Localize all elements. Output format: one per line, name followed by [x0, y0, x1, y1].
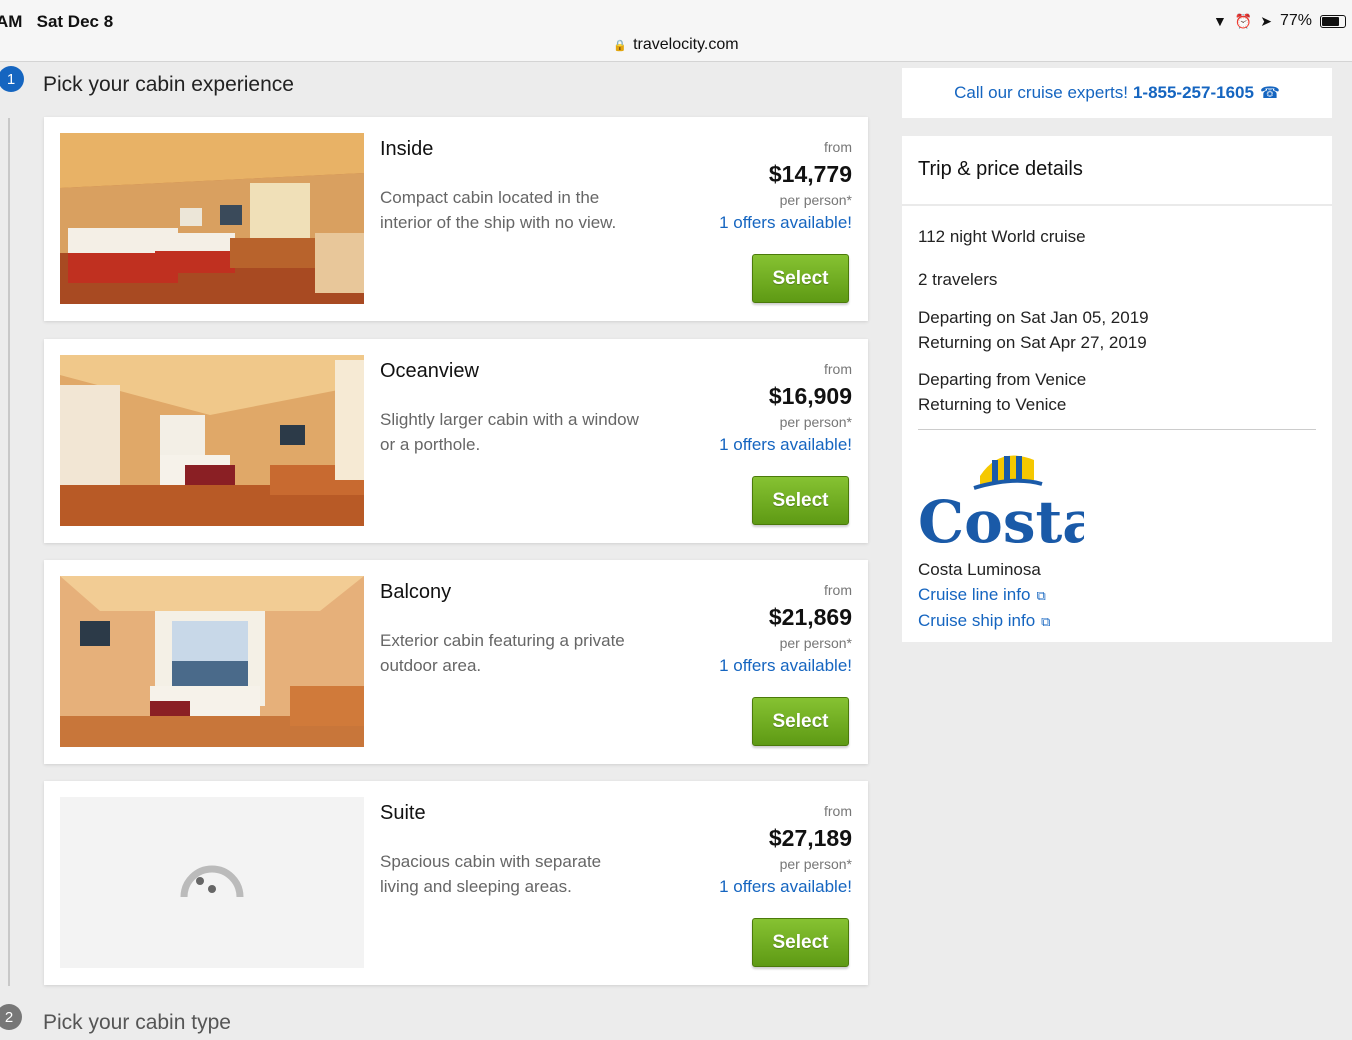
cabin-description: Compact cabin located in the interior of… [380, 188, 617, 232]
price-from-label: from [824, 803, 852, 819]
departing-date: Departing on Sat Jan 05, 2019 [918, 308, 1149, 327]
step-2-title[interactable]: Pick your cabin type [43, 1011, 231, 1035]
price-from-label: from [824, 139, 852, 155]
lock-icon: 🔒 [613, 40, 628, 52]
location-icon: ➤ [1260, 13, 1272, 29]
costa-logo: Costa [918, 455, 1100, 556]
url-bar[interactable]: 🔒 travelocity.com [0, 36, 1352, 54]
cruise-ship-info-link[interactable]: Cruise ship info ⧉ [918, 608, 1316, 634]
returning-date: Returning on Sat Apr 27, 2019 [918, 333, 1147, 352]
select-button-suite[interactable]: Select [752, 918, 849, 967]
cabin-name: Oceanview [380, 360, 479, 382]
call-experts-text: Call our cruise experts! [954, 83, 1128, 102]
svg-text:Costa: Costa [918, 488, 1084, 546]
external-link-icon: ⧉ [1036, 588, 1046, 603]
external-link-icon: ⧉ [1041, 614, 1051, 629]
price-per-person: per person* [779, 192, 852, 208]
price-amount: $21,869 [768, 604, 852, 630]
price-block: from $27,189 per person* 1 offers availa… [652, 803, 852, 897]
call-experts-banner[interactable]: Call our cruise experts! 1-855-257-1605 … [902, 68, 1332, 118]
status-time: AM Sat Dec 8 [0, 12, 114, 31]
step-1-title: Pick your cabin experience [43, 73, 294, 96]
offers-link[interactable]: 1 offers available! [652, 877, 852, 897]
cabin-card-suite: Suite Spacious cabin with separate livin… [44, 781, 868, 985]
cabin-description: Exterior cabin featuring a private outdo… [380, 631, 625, 675]
cabin-name: Balcony [380, 581, 452, 603]
select-button-balcony[interactable]: Select [752, 697, 849, 746]
price-per-person: per person* [779, 856, 852, 872]
battery-icon [1320, 14, 1346, 28]
cabin-description: Slightly larger cabin with a window or a… [380, 410, 639, 454]
departure-port: Departing from Venice [918, 370, 1087, 389]
price-per-person: per person* [779, 414, 852, 430]
image-placeholder-icon [180, 865, 244, 897]
step-connector [8, 118, 10, 986]
phone-number[interactable]: 1-855-257-1605 [1133, 83, 1254, 103]
phone-icon: ☎ [1259, 85, 1280, 102]
price-block: from $21,869 per person* 1 offers availa… [652, 582, 852, 676]
price-amount: $14,779 [768, 161, 852, 187]
return-port: Returning to Venice [918, 395, 1067, 414]
ship-name: Costa Luminosa [918, 560, 1041, 579]
travelers-count: 2 travelers [918, 270, 998, 289]
cabin-name: Inside [380, 138, 434, 160]
cabin-card-inside: Inside Compact cabin located in the inte… [44, 117, 868, 321]
price-from-label: from [824, 361, 852, 377]
cruise-line-info-link[interactable]: Cruise line info ⧉ [918, 582, 1316, 608]
price-amount: $16,909 [768, 383, 852, 409]
offers-link[interactable]: 1 offers available! [652, 435, 852, 455]
cabin-image-placeholder [60, 797, 364, 968]
wifi-icon: ▼ [1212, 13, 1227, 29]
price-per-person: per person* [779, 635, 852, 651]
select-button-inside[interactable]: Select [752, 254, 849, 303]
status-icons: ▼ ⏰ ➤ 77% [1213, 12, 1346, 30]
battery-percent: 77% [1279, 12, 1312, 29]
price-from-label: from [824, 582, 852, 598]
status-bar: AM Sat Dec 8 ▼ ⏰ ➤ 77% 🔒 travelocity.com [0, 0, 1352, 62]
cabin-description: Spacious cabin with separate living and … [380, 852, 602, 896]
cabin-image-balcony [60, 576, 364, 747]
alarm-icon: ⏰ [1234, 13, 1253, 29]
trip-details-title: Trip & price details [902, 136, 1332, 206]
cabin-image-oceanview [60, 355, 364, 526]
price-block: from $14,779 per person* 1 offers availa… [652, 139, 852, 233]
url-text: travelocity.com [633, 36, 739, 53]
step-2-badge: 2 [0, 1004, 22, 1030]
divider [918, 429, 1316, 430]
cruise-name: 112 night World cruise [918, 227, 1086, 246]
offers-link[interactable]: 1 offers available! [652, 213, 852, 233]
cabin-name: Suite [380, 802, 426, 824]
cabin-card-balcony: Balcony Exterior cabin featuring a priva… [44, 560, 868, 764]
price-block: from $16,909 per person* 1 offers availa… [652, 361, 852, 455]
cabin-card-oceanview: Oceanview Slightly larger cabin with a w… [44, 339, 868, 543]
select-button-oceanview[interactable]: Select [752, 476, 849, 525]
offers-link[interactable]: 1 offers available! [652, 656, 852, 676]
cabin-image-inside [60, 133, 364, 304]
step-1-badge: 1 [0, 66, 24, 92]
price-amount: $27,189 [768, 825, 852, 851]
trip-details-panel: Trip & price details 112 night World cru… [902, 136, 1332, 642]
